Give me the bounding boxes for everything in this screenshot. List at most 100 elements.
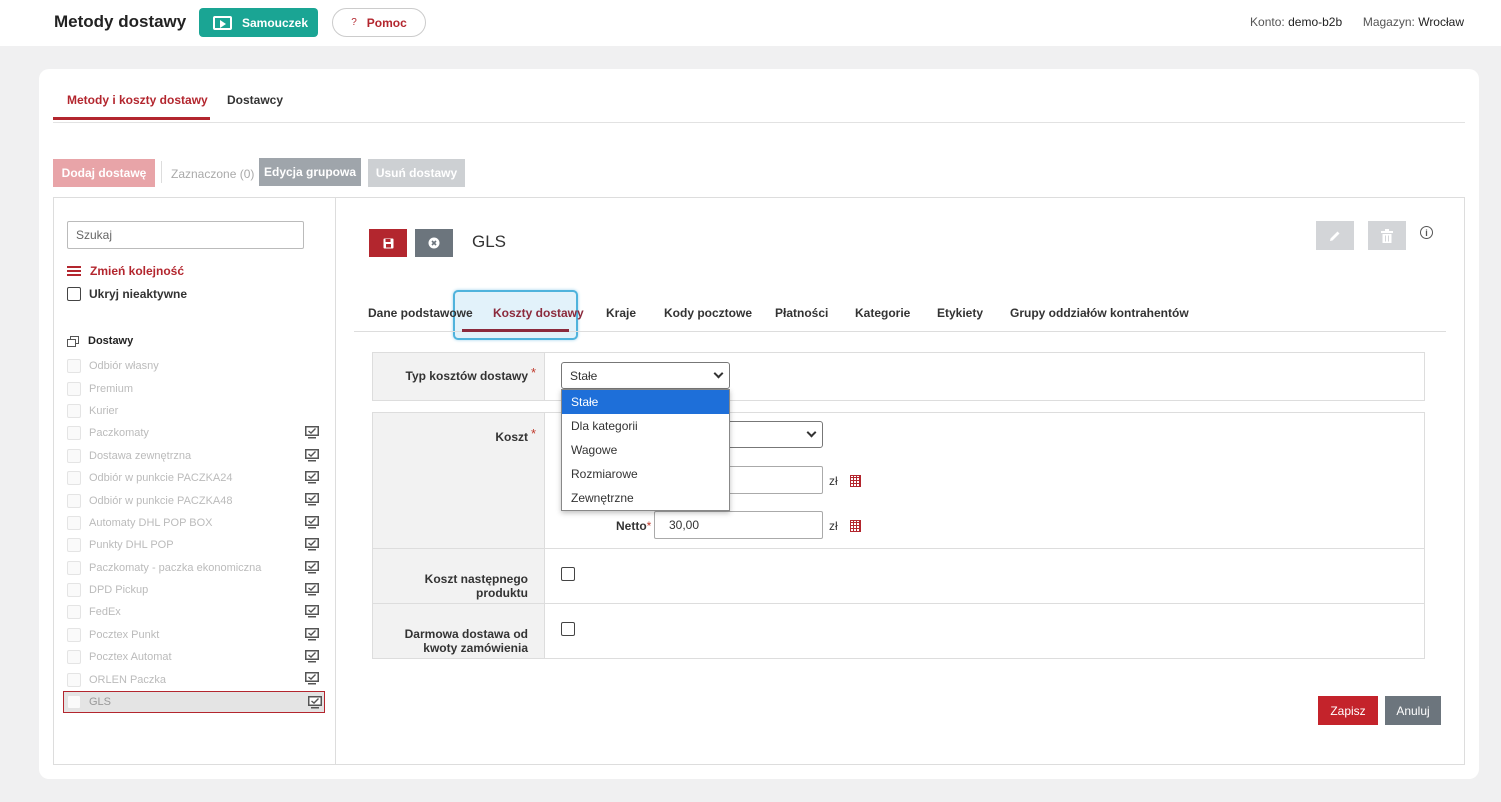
help-button[interactable]: ? Pomoc [332,8,426,37]
delivery-list-item[interactable]: Automaty DHL POP BOX [67,512,321,534]
delivery-item-checkbox[interactable] [67,403,81,418]
delivery-item-label: Paczkomaty [89,427,149,440]
delivery-item-checkbox[interactable] [67,493,81,508]
chevron-down-icon [806,427,817,438]
delivery-item-checkbox[interactable] [67,538,81,553]
tab-suppliers[interactable]: Dostawcy [227,93,283,107]
subtab-branch-groups[interactable]: Grupy oddziałów kontrahentów [1010,306,1189,320]
gross-currency: zł [829,474,838,488]
delivery-item-checkbox[interactable] [67,359,81,374]
delivery-item-label: FedEx [89,606,121,619]
delivery-list-item[interactable]: Odbiór w punkcie PACZKA48 [67,489,321,511]
tutorial-button-label: Samouczek [242,15,309,30]
option-weight[interactable]: Wagowe [562,438,729,462]
page-title: Metody dostawy [54,12,187,31]
save-icon-button[interactable] [369,229,407,257]
next-product-cost-label: Koszt następnego produktu [424,572,528,600]
account-label: Konto: [1250,15,1285,29]
monitor-check-icon [305,515,319,529]
delivery-item-checkbox[interactable] [67,515,81,530]
delivery-list-item[interactable]: ORLEN Paczka [67,668,321,690]
delivery-item-checkbox[interactable] [67,672,81,687]
hide-inactive-checkbox[interactable] [67,287,81,301]
calculator-icon[interactable] [850,520,861,532]
delivery-item-label: GLS [89,696,112,709]
netto-value: 30,00 [669,518,700,532]
delivery-item-checkbox[interactable] [67,560,81,575]
delivery-item-checkbox[interactable] [67,448,81,463]
delivery-list-item[interactable]: Odbiór własny [67,355,321,377]
free-delivery-checkbox[interactable] [561,622,575,636]
delivery-item-label: DPD Pickup [89,584,149,597]
delivery-item-label: Pocztex Punkt [89,628,160,641]
group-edit-button[interactable]: Edycja grupowa [259,158,361,186]
next-product-cost-checkbox[interactable] [561,567,575,581]
subtab-delivery-costs[interactable]: Koszty dostawy [493,306,584,320]
delivery-list-item[interactable]: Odbiór w punkcie PACZKA24 [67,467,321,489]
monitor-check-icon [305,560,319,574]
search-input[interactable] [67,221,304,249]
add-delivery-button[interactable]: Dodaj dostawę [53,159,155,187]
delivery-list-item[interactable]: Dostawa zewnętrzna [67,445,321,467]
hide-inactive-label: Ukryj nieaktywne [89,287,188,301]
delivery-item-checkbox[interactable] [67,583,81,598]
delivery-item-label: Kurier [89,404,119,417]
delivery-list-item[interactable]: GLS [63,690,325,714]
delivery-list-item[interactable]: Paczkomaty [67,422,321,444]
delete-button[interactable] [1368,221,1406,250]
delivery-item-checkbox[interactable] [67,605,81,620]
option-external[interactable]: Zewnętrzne [562,486,729,510]
account-value: demo-b2b [1288,15,1343,29]
main-tabs: Metody i koszty dostawy Dostawcy [53,69,1465,123]
monitor-check-icon [305,650,319,663]
cost-type-dropdown[interactable]: Stałe Dla kategorii Wagowe Rozmiarowe Ze… [561,389,730,511]
delivery-list-item[interactable]: Paczkomaty - paczka ekonomiczna [67,557,321,579]
tab-delivery-methods[interactable]: Metody i koszty dostawy [67,93,208,107]
delivery-item-label: Odbiór własny [89,360,159,373]
subtab-categories[interactable]: Kategorie [855,306,910,320]
chevron-down-icon [713,368,724,379]
trash-icon [1381,228,1393,243]
delivery-list-item[interactable]: FedEx [67,601,321,623]
delivery-list-item[interactable]: Punkty DHL POP [67,534,321,556]
delivery-item-checkbox[interactable] [67,627,81,642]
subtab-labels[interactable]: Etykiety [937,306,983,320]
delivery-list-item[interactable]: Premium [67,377,321,399]
delivery-list-item[interactable]: Pocztex Automat [67,646,321,668]
delivery-list-item[interactable]: Pocztex Punkt [67,624,321,646]
detail-subtabs: Dane podstawowe Koszty dostawy Kraje Kod… [354,292,1446,332]
netto-input[interactable]: 30,00 [654,511,823,539]
delivery-item-checkbox[interactable] [67,695,81,710]
delivery-item-label: Odbiór w punkcie PACZKA24 [89,472,233,485]
cost-type-select[interactable]: Stałe [561,362,730,389]
delivery-list-item[interactable]: Kurier [67,400,321,422]
subtab-postal-codes[interactable]: Kody pocztowe [664,306,752,320]
calculator-icon[interactable] [850,475,861,487]
option-fixed[interactable]: Stałe [562,390,729,414]
info-icon[interactable]: i [1420,226,1433,239]
cancel-button[interactable]: Anuluj [1385,696,1441,725]
deliveries-heading-label: Dostawy [88,335,134,347]
option-size[interactable]: Rozmiarowe [562,462,729,486]
delivery-list-item[interactable]: DPD Pickup [67,579,321,601]
reorder-link[interactable]: Zmień kolejność [67,264,184,278]
cancel-icon-button[interactable] [415,229,453,257]
submit-button[interactable]: Zapisz [1318,696,1378,725]
delivery-item-checkbox[interactable] [67,381,81,396]
delete-deliveries-button[interactable]: Usuń dostawy [368,159,465,187]
tutorial-button[interactable]: Samouczek [199,8,318,37]
monitor-check-icon [305,605,319,618]
subtab-payments[interactable]: Płatności [775,306,828,320]
delivery-item-checkbox[interactable] [67,426,81,441]
edit-button[interactable] [1316,221,1354,250]
delivery-item-label: Premium [89,382,134,395]
option-per-category[interactable]: Dla kategorii [562,414,729,438]
subtab-basic-data[interactable]: Dane podstawowe [368,306,473,320]
selected-count: Zaznaczone (0) [171,167,255,181]
delivery-item-checkbox[interactable] [67,471,81,486]
hide-inactive-toggle[interactable]: Ukryj nieaktywne [67,287,187,301]
subtab-countries[interactable]: Kraje [606,306,636,320]
monitor-check-icon [305,582,319,596]
help-button-label: Pomoc [366,15,407,30]
delivery-item-checkbox[interactable] [67,650,81,665]
